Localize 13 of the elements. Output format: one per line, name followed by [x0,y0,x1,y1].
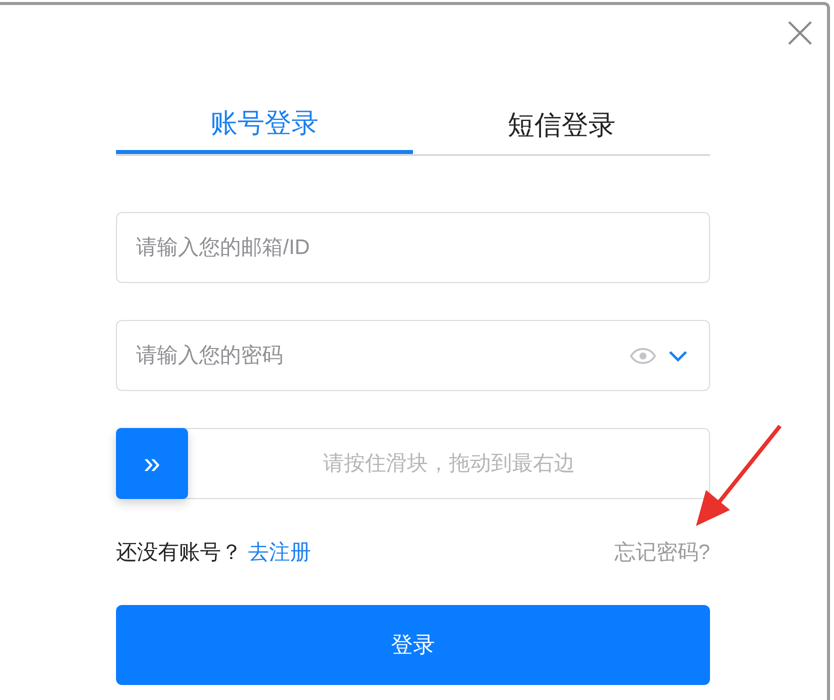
eye-icon[interactable] [630,348,656,364]
email-field[interactable]: 请输入您的邮箱/ID [116,212,710,283]
login-tab[interactable]: 账号登录 [116,96,413,154]
password-field[interactable]: 请输入您的密码 [116,320,710,391]
register-prompt: 还没有账号？ [116,540,242,566]
slider-handle[interactable]: » [116,428,188,499]
close-icon[interactable] [787,20,813,46]
login-tab[interactable]: 短信登录 [413,96,710,154]
forgot-password-link[interactable]: 忘记密码? [614,537,710,568]
login-button[interactable]: 登录 [116,604,710,684]
chevron-down-icon[interactable] [668,350,688,362]
register-link[interactable]: 去注册 [248,537,311,568]
slider-hint: 请按住滑块，拖动到最右边 [322,450,576,477]
